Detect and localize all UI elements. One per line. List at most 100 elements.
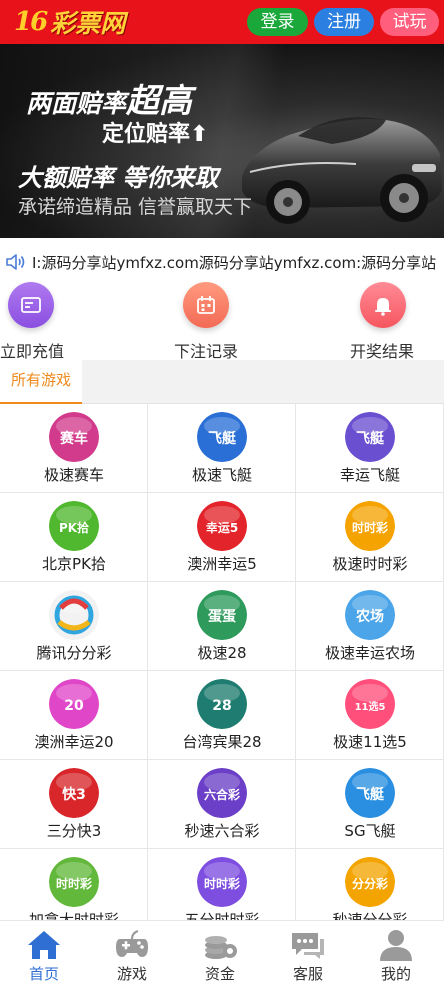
login-button[interactable]: 登录 (247, 8, 308, 36)
banner-slogan: 大额赔率 等你来取 (18, 164, 219, 192)
game-name: 腾讯分分彩 (36, 644, 112, 662)
game-tile[interactable]: 六合彩 秒速六合彩 (148, 760, 296, 849)
banner-subline: 定位赔率⬆ (102, 122, 209, 147)
game-tile[interactable]: 飞艇 SG飞艇 (296, 760, 444, 849)
nav-games-label: 游戏 (116, 965, 147, 983)
quick-actions: 立即充值 下注记录 开奖结果 (0, 282, 444, 361)
promo-banner[interactable]: 两面赔率超高 定位赔率⬆ 大额赔率 等你来取 承诺缔造精品 信誉赢取天下 (0, 44, 444, 238)
game-tile[interactable]: 农场 极速幸运农场 (296, 582, 444, 671)
game-logo-icon: 11选5 (345, 679, 395, 729)
game-name: 极速28 (197, 644, 247, 662)
game-logo-icon: 快3 (49, 768, 99, 818)
game-logo-icon: 蛋蛋 (197, 590, 247, 640)
game-grid: 赛车 极速赛车 飞艇 极速飞艇 飞艇 幸运飞艇 PK拾 北京PK拾 幸运5 澳洲幸运5 时时彩 极速时… (0, 404, 444, 920)
game-tile[interactable]: 分分彩 秒速分分彩 (296, 849, 444, 920)
nav-home[interactable]: 首页 (0, 921, 88, 992)
nav-support[interactable]: 客服 (264, 921, 352, 992)
game-badge-text: 20 (64, 698, 84, 714)
game-badge-text: 农场 (355, 608, 384, 625)
game-tabs: 所有游戏 (0, 360, 444, 404)
game-tile[interactable]: 时时彩 五分时时彩 (148, 849, 296, 920)
game-tile[interactable]: 腾讯分分彩 (0, 582, 148, 671)
game-tile[interactable]: 赛车 极速赛车 (0, 404, 148, 493)
nav-funds-label: 资金 (204, 965, 235, 983)
app-page: 16 彩票网 登录 注册 试玩 两面赔率超高 定位赔率⬆ 大额赔率 等你来取 承… (0, 0, 444, 992)
game-logo-icon: 20 (49, 679, 99, 729)
game-badge-text: PK拾 (59, 520, 89, 535)
wallet-card-icon (8, 282, 54, 328)
nav-profile-label: 我的 (380, 965, 411, 983)
game-badge-text: 赛车 (59, 430, 88, 447)
home-icon (28, 931, 60, 959)
nav-profile[interactable]: 我的 (352, 921, 440, 992)
bet-history-action[interactable]: 下注记录 (160, 282, 260, 361)
game-badge-text: 28 (212, 698, 231, 714)
trial-button[interactable]: 试玩 (380, 8, 439, 36)
game-tile[interactable]: 11选5 极速11选5 (296, 671, 444, 760)
game-badge-text: 幸运5 (206, 520, 238, 535)
game-tile[interactable]: 飞艇 幸运飞艇 (296, 404, 444, 493)
bet-history-label: 下注记录 (174, 342, 239, 361)
recharge-label: 立即充值 (0, 342, 65, 361)
game-name: 极速时时彩 (332, 555, 408, 573)
game-logo-icon: 时时彩 (49, 857, 99, 907)
game-name: 秒速六合彩 (184, 822, 260, 840)
register-button[interactable]: 注册 (314, 8, 374, 36)
banner-headline: 两面赔率超高 (26, 74, 192, 122)
notice-text: I:源码分享站ymfxz.com源码分享站ymfxz.com:源码分享站 (32, 254, 437, 272)
game-name: 澳洲幸运20 (34, 733, 114, 751)
game-badge-text: 分分彩 (352, 876, 388, 891)
game-badge-text: 时时彩 (56, 876, 92, 891)
recharge-action[interactable]: 立即充值 (0, 282, 100, 361)
game-tile[interactable]: 20 澳洲幸运20 (0, 671, 148, 760)
site-logo[interactable]: 16 彩票网 (14, 4, 125, 40)
game-logo-icon: 时时彩 (197, 857, 247, 907)
game-tile[interactable]: 飞艇 极速飞艇 (148, 404, 296, 493)
game-name: 三分快3 (46, 822, 102, 840)
game-badge-text: 快3 (62, 786, 86, 803)
game-badge-text: 时时彩 (352, 520, 388, 535)
game-logo-icon: 分分彩 (345, 857, 395, 907)
nav-games[interactable]: 游戏 (88, 921, 176, 992)
sports-car-image (242, 117, 442, 224)
logo-mark: 16 (14, 7, 48, 37)
nav-funds[interactable]: 资金 (176, 921, 264, 992)
game-tile[interactable]: 时时彩 极速时时彩 (296, 493, 444, 582)
banner-tagline: 承诺缔造精品 信誉赢取天下 (18, 196, 253, 218)
game-name: SG飞艇 (344, 822, 396, 840)
notice-marquee[interactable]: I:源码分享站ymfxz.com源码分享站ymfxz.com:源码分享站 (0, 246, 444, 280)
game-tile[interactable]: 28 台湾宾果28 (148, 671, 296, 760)
game-name: 极速幸运农场 (324, 644, 415, 662)
game-tile[interactable]: 蛋蛋极速28 (148, 582, 296, 671)
game-name: 极速飞艇 (191, 466, 252, 484)
user-icon (380, 930, 412, 961)
game-badge-text: 飞艇 (356, 430, 385, 447)
game-logo-icon: 飞艇 (197, 412, 247, 462)
coins-icon (205, 936, 237, 959)
game-logo-icon: 幸运5 (197, 501, 247, 551)
game-name: 加拿大时时彩 (28, 911, 119, 920)
game-badge-text: 蛋蛋 (208, 609, 236, 625)
draw-results-label: 开奖结果 (350, 342, 415, 361)
draw-results-action[interactable]: 开奖结果 (340, 282, 440, 361)
chat-icon (292, 933, 324, 959)
game-name: 秒速分分彩 (332, 911, 408, 920)
game-logo-icon: 时时彩 (345, 501, 395, 551)
game-logo-icon: 六合彩 (197, 768, 247, 818)
tab-all-games[interactable]: 所有游戏 (0, 360, 82, 404)
game-tile[interactable]: 快3 三分快3 (0, 760, 148, 849)
game-logo-icon: 赛车 (49, 412, 99, 462)
calendar-icon (183, 282, 229, 328)
game-badge-text: 11选5 (355, 700, 386, 713)
nav-support-label: 客服 (292, 965, 323, 983)
game-tile[interactable]: 幸运5 澳洲幸运5 (148, 493, 296, 582)
game-name: 澳洲幸运5 (187, 555, 257, 573)
game-tile[interactable]: PK拾 北京PK拾 (0, 493, 148, 582)
bottom-navigation: 首页 游戏 资金 客服 我的 (0, 920, 444, 992)
game-tile[interactable]: 时时彩 加拿大时时彩 (0, 849, 148, 920)
game-logo-icon: PK拾 (49, 501, 99, 551)
game-badge-text: 飞艇 (356, 786, 385, 803)
logo-text: 彩票网 (50, 9, 126, 38)
game-name: 极速11选5 (333, 733, 407, 751)
game-name: 台湾宾果28 (182, 733, 262, 751)
